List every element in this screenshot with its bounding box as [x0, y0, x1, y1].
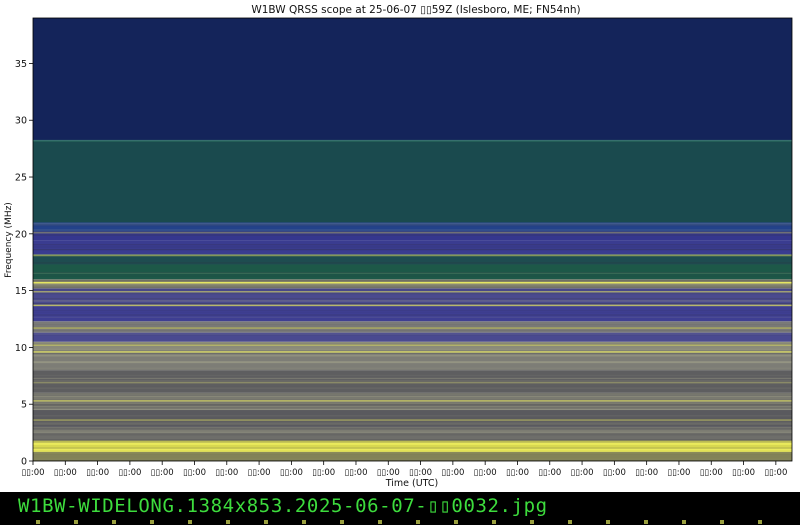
y-tick-label: 30	[15, 116, 27, 127]
caption-dot	[492, 520, 496, 524]
filename-caption: W1BW-WIDELONG.1384x853.2025-06-07-▯▯0032…	[18, 495, 548, 517]
caption-dot-strip	[36, 520, 762, 524]
spectrogram-figure: 0 5 10 15 20 25 30 35 ▯▯:00 ▯▯:00 ▯▯:00 ▯▯:00 ▯▯:00 ▯…	[0, 0, 800, 492]
caption-dot	[644, 520, 648, 524]
caption-dot	[720, 520, 724, 524]
y-tick-label: 10	[15, 343, 27, 354]
y-tick-label: 25	[15, 173, 27, 184]
caption-dot	[340, 520, 344, 524]
caption-dot	[264, 520, 268, 524]
spectrum-band	[33, 351, 792, 371]
x-tick-label: ▯▯:00	[54, 468, 77, 478]
x-tick-label: ▯▯:00	[667, 468, 690, 478]
caption-dot	[682, 520, 686, 524]
spectrum-band	[33, 306, 792, 322]
x-axis-label: Time (UTC)	[385, 478, 439, 489]
y-tick-label: 5	[21, 400, 27, 411]
x-tick-label: ▯▯:00	[151, 468, 174, 478]
caption-dot	[302, 520, 306, 524]
x-tick-label: ▯▯:00	[248, 468, 271, 478]
x-tick-label: ▯▯:00	[700, 468, 723, 478]
y-tick-label: 15	[15, 286, 27, 297]
x-tick-label: ▯▯:00	[635, 468, 658, 478]
caption-dot	[36, 520, 40, 524]
caption-dot	[188, 520, 192, 524]
chart-title: W1BW QRSS scope at 25-06-07 ▯▯59Z (Isles…	[251, 4, 580, 16]
x-tick-label: ▯▯:00	[571, 468, 594, 478]
x-tick-label: ▯▯:00	[86, 468, 109, 478]
spectrogram-chart: 0 5 10 15 20 25 30 35 ▯▯:00 ▯▯:00 ▯▯:00 ▯▯:00 ▯▯:00 ▯…	[4, 4, 793, 489]
y-tick-label: 0	[21, 457, 27, 468]
x-tick-label: ▯▯:00	[441, 468, 464, 478]
spectrum-band	[33, 140, 792, 223]
spectrum-band	[33, 370, 792, 393]
x-tick-label: ▯▯:00	[474, 468, 497, 478]
x-tick-label: ▯▯:00	[409, 468, 432, 478]
caption-dot	[530, 520, 534, 524]
filename-caption-bar: W1BW-WIDELONG.1384x853.2025-06-07-▯▯0032…	[0, 492, 800, 525]
x-tick-label: ▯▯:00	[280, 468, 303, 478]
caption-dot	[150, 520, 154, 524]
x-tick-label: ▯▯:00	[603, 468, 626, 478]
caption-dot	[568, 520, 572, 524]
y-tick-label: 35	[15, 59, 27, 70]
x-tick-label: ▯▯:00	[21, 468, 44, 478]
caption-dot	[416, 520, 420, 524]
caption-dot	[74, 520, 78, 524]
spectrum-band	[33, 18, 792, 141]
x-tick-label: ▯▯:00	[732, 468, 755, 478]
x-tick-label: ▯▯:00	[215, 468, 238, 478]
x-tick-label: ▯▯:00	[344, 468, 367, 478]
caption-dot	[112, 520, 116, 524]
x-tick-label: ▯▯:00	[764, 468, 787, 478]
x-tick-label: ▯▯:00	[506, 468, 529, 478]
y-tick-label: 20	[15, 229, 27, 240]
x-tick-label: ▯▯:00	[118, 468, 141, 478]
x-tick-label: ▯▯:00	[312, 468, 335, 478]
x-tick-label: ▯▯:00	[183, 468, 206, 478]
caption-dot	[226, 520, 230, 524]
y-axis-label: Frequency (MHz)	[4, 202, 14, 278]
caption-dot	[758, 520, 762, 524]
x-tick-label: ▯▯:00	[538, 468, 561, 478]
caption-dot	[454, 520, 458, 524]
x-tick-label: ▯▯:00	[377, 468, 400, 478]
caption-dot	[378, 520, 382, 524]
caption-dot	[606, 520, 610, 524]
